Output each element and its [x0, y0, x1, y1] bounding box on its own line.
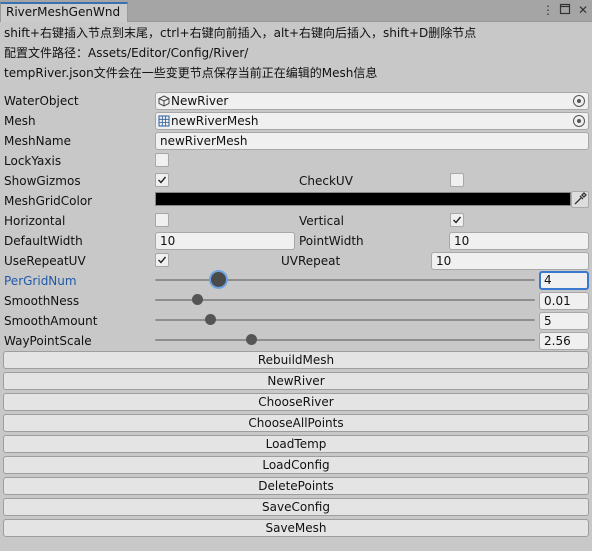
object-picker-icon[interactable] [573, 95, 585, 107]
way-point-scale-label: WayPointScale [4, 334, 92, 348]
kebab-menu-icon[interactable]: ⋮ [541, 3, 555, 17]
tab-river-mesh-gen-wnd[interactable]: RiverMeshGenWnd [0, 2, 128, 22]
way-point-scale-slider-track[interactable] [155, 339, 535, 341]
choose-all-points-button[interactable]: ChooseAllPoints [3, 414, 589, 432]
new-river-button[interactable]: NewRiver [3, 372, 589, 390]
checkmark-icon [453, 216, 462, 224]
show-gizmos-label: ShowGizmos [4, 174, 81, 188]
check-uv-label: CheckUV [299, 174, 353, 188]
object-picker-icon[interactable] [573, 115, 585, 127]
maximize-icon[interactable] [558, 3, 572, 17]
point-width-label: PointWidth [299, 234, 364, 248]
lock-yaxis-checkbox[interactable] [155, 153, 169, 167]
gameobject-cube-icon [158, 95, 170, 107]
per-grid-num-input[interactable]: 4 [539, 271, 589, 290]
uv-repeat-input[interactable]: 10 [431, 252, 589, 270]
eyedropper-icon[interactable] [571, 191, 589, 208]
mesh-grid-icon [158, 115, 170, 127]
horizontal-checkbox[interactable] [155, 213, 169, 227]
per-grid-num-slider-thumb[interactable] [211, 272, 226, 287]
load-temp-button[interactable]: LoadTemp [3, 435, 589, 453]
help-text-config-path: 配置文件路径：Assets/Editor/Config/River/ [4, 46, 249, 60]
vertical-label: Vertical [299, 214, 344, 228]
choose-river-button[interactable]: ChooseRiver [3, 393, 589, 411]
mesh-name-label: MeshName [4, 134, 71, 148]
smooth-amount-label: SmoothAmount [4, 314, 98, 328]
use-repeat-uv-checkbox[interactable] [155, 253, 169, 267]
water-object-field[interactable]: NewRiver [155, 92, 589, 110]
mesh-grid-color-swatch[interactable] [155, 192, 571, 206]
mesh-value: newRiverMesh [171, 114, 259, 128]
mesh-name-input[interactable]: newRiverMesh [155, 132, 589, 150]
smooth-ness-slider-thumb[interactable] [192, 294, 203, 305]
smooth-amount-input[interactable]: 5 [539, 312, 589, 330]
rebuild-mesh-button[interactable]: RebuildMesh [3, 351, 589, 369]
point-width-input[interactable]: 10 [449, 232, 589, 250]
smooth-ness-label: SmoothNess [4, 294, 80, 308]
mesh-field[interactable]: newRiverMesh [155, 112, 589, 130]
water-object-label: WaterObject [4, 94, 79, 108]
default-width-input[interactable]: 10 [155, 232, 295, 250]
uv-repeat-label: UVRepeat [281, 254, 341, 268]
checkmark-icon [158, 176, 167, 184]
smooth-ness-slider-track[interactable] [155, 299, 535, 301]
help-text-shortcuts: shift+右键插入节点到末尾，ctrl+右键向前插入，alt+右键向后插入，s… [4, 26, 477, 40]
mesh-grid-color-label: MeshGridColor [4, 194, 93, 208]
horizontal-label: Horizontal [4, 214, 66, 228]
per-grid-num-label: PerGridNum [4, 274, 77, 288]
show-gizmos-checkbox[interactable] [155, 173, 169, 187]
way-point-scale-input[interactable]: 2.56 [539, 332, 589, 350]
default-width-label: DefaultWidth [4, 234, 83, 248]
smooth-ness-input[interactable]: 0.01 [539, 292, 589, 310]
way-point-scale-slider-thumb[interactable] [246, 334, 257, 345]
save-config-button[interactable]: SaveConfig [3, 498, 589, 516]
window-tab-bar: RiverMeshGenWnd ⋮ ✕ [0, 0, 592, 22]
delete-points-button[interactable]: DeletePoints [3, 477, 589, 495]
smooth-amount-slider-thumb[interactable] [205, 314, 216, 325]
save-mesh-button[interactable]: SaveMesh [3, 519, 589, 537]
check-uv-checkbox[interactable] [450, 173, 464, 187]
close-icon[interactable]: ✕ [576, 3, 590, 17]
use-repeat-uv-label: UseRepeatUV [4, 254, 86, 268]
water-object-value: NewRiver [171, 94, 229, 108]
lock-yaxis-label: LockYaxis [4, 154, 62, 168]
editor-window-content: shift+右键插入节点到末尾，ctrl+右键向前插入，alt+右键向后插入，s… [0, 22, 592, 551]
help-text-temp-json: tempRiver.json文件会在一些变更节点保存当前正在编辑的Mesh信息 [4, 66, 378, 80]
mesh-label: Mesh [4, 114, 36, 128]
vertical-checkbox[interactable] [450, 213, 464, 227]
checkmark-icon [158, 256, 167, 264]
load-config-button[interactable]: LoadConfig [3, 456, 589, 474]
